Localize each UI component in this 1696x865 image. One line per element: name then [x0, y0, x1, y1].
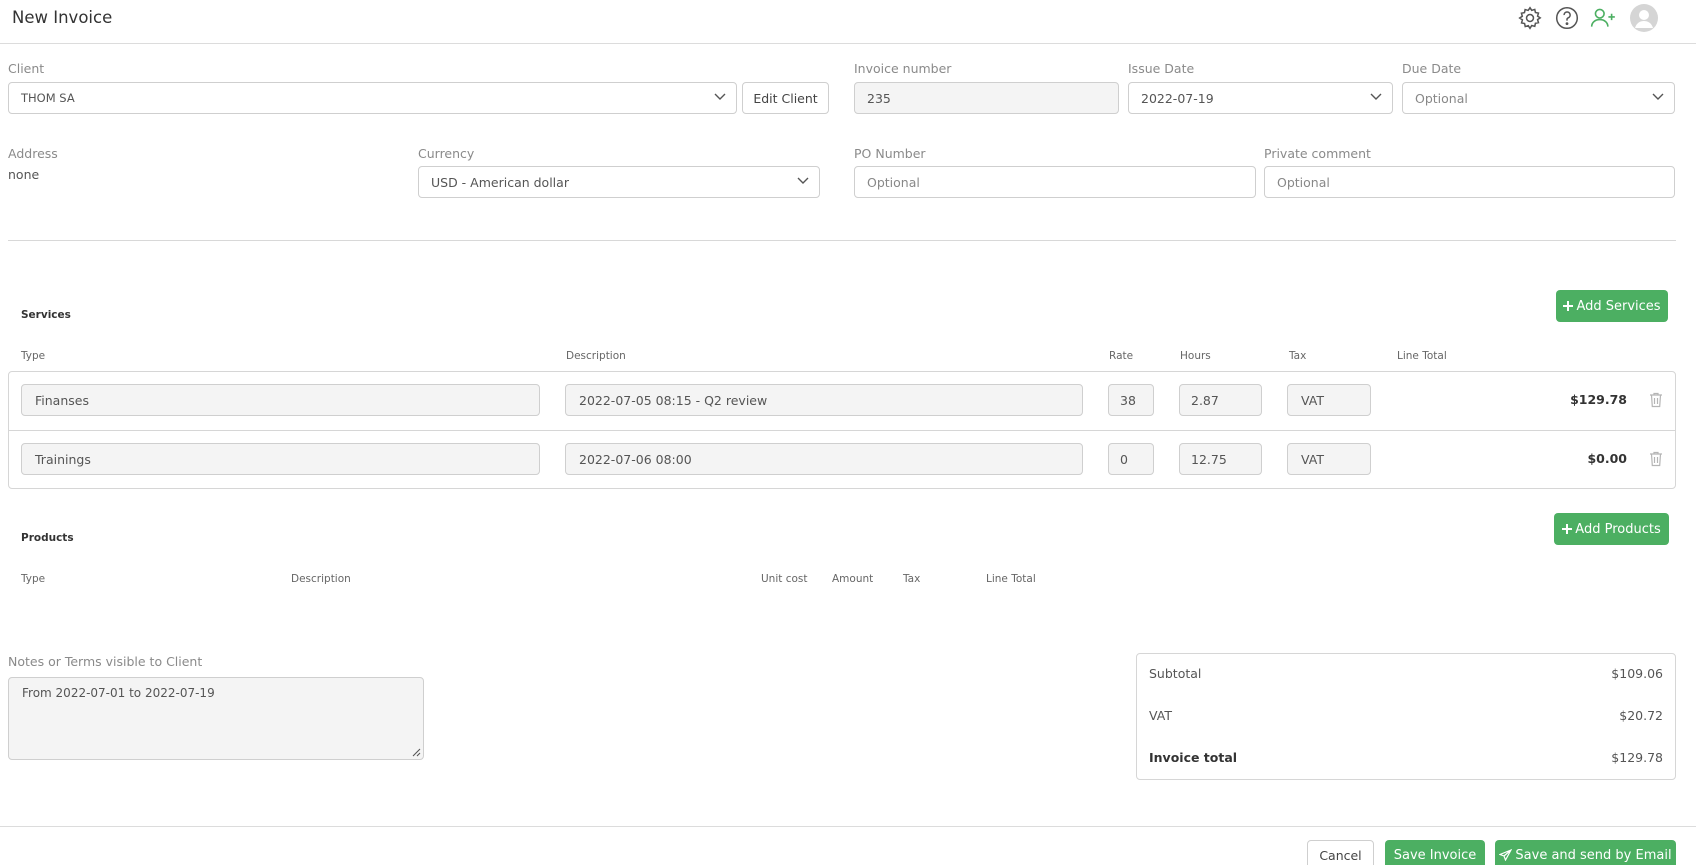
- resize-handle-icon[interactable]: [411, 747, 421, 757]
- services-col-description: Description: [566, 350, 626, 362]
- issue-date-label: Issue Date: [1128, 61, 1195, 76]
- services-col-rate: Rate: [1109, 350, 1134, 362]
- due-date-select[interactable]: Optional: [1402, 82, 1675, 114]
- products-col-amount: Amount: [832, 573, 874, 585]
- chevron-down-icon: [714, 93, 726, 100]
- subtotal-label: Subtotal: [1149, 666, 1202, 681]
- add-services-button[interactable]: Add Services: [1556, 290, 1668, 322]
- service-line-total: $0.00: [1587, 451, 1627, 466]
- subtotal-value: $109.06: [1611, 666, 1663, 681]
- add-products-button[interactable]: Add Products: [1554, 513, 1669, 545]
- po-number-input[interactable]: Optional: [854, 166, 1256, 198]
- private-comment-input[interactable]: Optional: [1264, 166, 1675, 198]
- footer-divider: [0, 826, 1696, 827]
- service-tax-field[interactable]: VAT: [1287, 443, 1371, 475]
- chevron-down-icon: [1370, 93, 1382, 100]
- save-and-send-label: Save and send by Email: [1515, 847, 1672, 863]
- vat-label: VAT: [1149, 708, 1172, 723]
- totals-panel: Subtotal $109.06 VAT $20.72 Invoice tota…: [1136, 653, 1676, 780]
- products-col-line-total: Line Total: [986, 573, 1036, 585]
- client-label: Client: [8, 61, 45, 76]
- service-hours-field[interactable]: 12.75: [1179, 443, 1262, 475]
- invoice-total-label: Invoice total: [1149, 750, 1238, 765]
- send-icon: [1499, 849, 1513, 861]
- service-type-field[interactable]: Finanses: [21, 384, 540, 416]
- plus-icon: [1563, 301, 1574, 311]
- service-description-field[interactable]: 2022-07-05 08:15 - Q2 review: [565, 384, 1083, 416]
- section-divider: [8, 240, 1676, 241]
- add-services-label: Add Services: [1576, 298, 1661, 314]
- due-date-label: Due Date: [1402, 61, 1462, 76]
- products-col-description: Description: [291, 573, 351, 585]
- services-col-type: Type: [21, 350, 46, 362]
- top-bar: New Invoice: [0, 0, 1696, 44]
- cancel-button[interactable]: Cancel: [1307, 840, 1374, 865]
- products-col-unit-cost: Unit cost: [761, 573, 808, 585]
- service-type-field[interactable]: Trainings: [21, 443, 540, 475]
- service-rate-field[interactable]: 38: [1108, 384, 1154, 416]
- service-line-total: $129.78: [1570, 392, 1627, 407]
- address-label: Address: [8, 146, 58, 161]
- products-col-type: Type: [21, 573, 46, 585]
- products-col-tax: Tax: [903, 573, 921, 585]
- currency-select[interactable]: USD - American dollar: [418, 166, 820, 198]
- services-col-tax: Tax: [1289, 350, 1307, 362]
- edit-client-button[interactable]: Edit Client: [742, 82, 829, 114]
- trash-icon[interactable]: [1649, 392, 1663, 408]
- po-number-label: PO Number: [854, 146, 926, 161]
- service-rate-field[interactable]: 0: [1108, 443, 1154, 475]
- save-invoice-button[interactable]: Save Invoice: [1385, 840, 1485, 865]
- notes-value: From 2022-07-01 to 2022-07-19: [22, 686, 215, 700]
- plus-icon: [1562, 524, 1573, 534]
- address-value: none: [8, 167, 40, 182]
- vat-value: $20.72: [1619, 708, 1663, 723]
- currency-value: USD - American dollar: [431, 174, 569, 190]
- trash-icon[interactable]: [1649, 451, 1663, 467]
- services-col-line-total: Line Total: [1397, 350, 1447, 362]
- services-row-separator: [8, 430, 1676, 431]
- private-comment-label: Private comment: [1264, 146, 1371, 161]
- client-value: THOM SA: [21, 91, 75, 105]
- page-title: New Invoice: [12, 8, 113, 27]
- notes-label: Notes or Terms visible to Client: [8, 654, 203, 669]
- chevron-down-icon: [797, 177, 809, 184]
- service-tax-field[interactable]: VAT: [1287, 384, 1371, 416]
- due-date-placeholder: Optional: [1415, 90, 1468, 106]
- service-hours-field[interactable]: 2.87: [1179, 384, 1262, 416]
- services-title: Services: [21, 309, 71, 321]
- avatar[interactable]: [1630, 4, 1658, 32]
- help-icon[interactable]: [1554, 5, 1580, 31]
- service-description-field[interactable]: 2022-07-06 08:00: [565, 443, 1083, 475]
- currency-label: Currency: [418, 146, 475, 161]
- add-user-icon[interactable]: [1589, 5, 1617, 31]
- notes-textarea[interactable]: From 2022-07-01 to 2022-07-19: [8, 677, 424, 760]
- invoice-number-field[interactable]: 235: [854, 82, 1119, 114]
- client-select[interactable]: THOM SA: [8, 82, 737, 114]
- gear-icon[interactable]: [1517, 5, 1543, 31]
- invoice-total-value: $129.78: [1611, 750, 1663, 765]
- issue-date-value: 2022-07-19: [1141, 90, 1214, 106]
- save-and-send-button[interactable]: Save and send by Email: [1495, 840, 1676, 865]
- services-col-hours: Hours: [1180, 350, 1211, 362]
- chevron-down-icon: [1652, 93, 1664, 100]
- add-products-label: Add Products: [1575, 521, 1661, 537]
- issue-date-select[interactable]: 2022-07-19: [1128, 82, 1393, 114]
- products-title: Products: [21, 532, 74, 544]
- invoice-number-label: Invoice number: [854, 61, 952, 76]
